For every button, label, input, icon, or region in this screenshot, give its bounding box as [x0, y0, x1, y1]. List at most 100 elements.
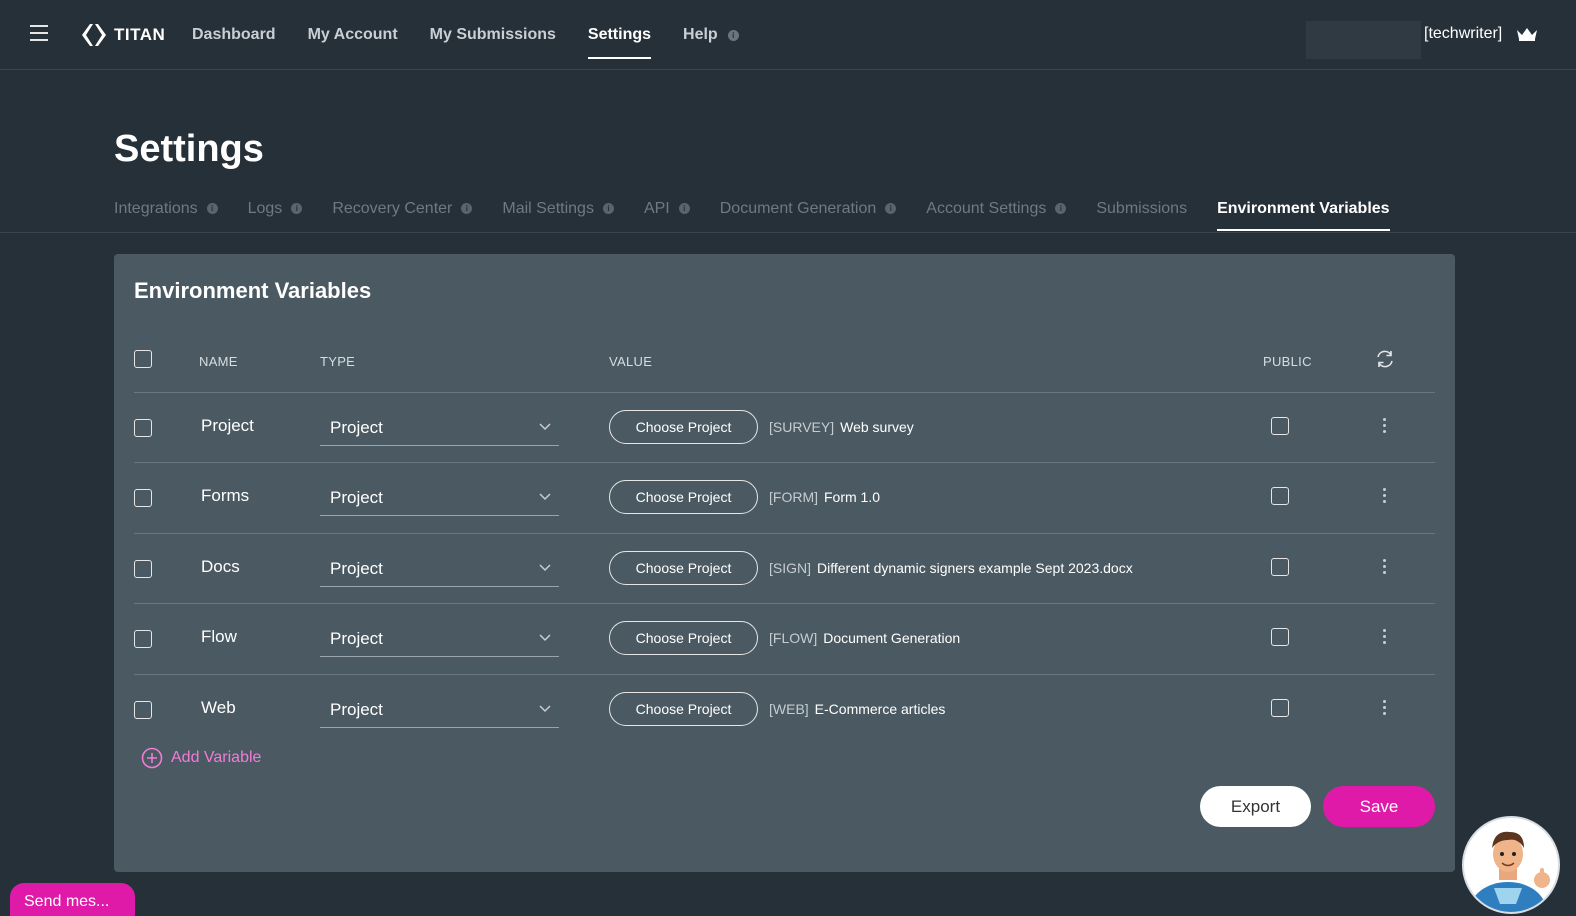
value-prefix: [SURVEY] [769, 419, 835, 435]
more-options-icon[interactable] [1378, 629, 1390, 649]
nav-dashboard[interactable]: Dashboard [192, 0, 276, 70]
nav-label: My Submissions [429, 26, 556, 43]
public-checkbox[interactable] [1271, 699, 1289, 717]
nav-help[interactable]: Help i [683, 0, 739, 70]
tab-account-settings[interactable]: Account Settings i [926, 196, 1067, 233]
nav-my-submissions[interactable]: My Submissions [430, 0, 556, 70]
choose-project-button[interactable]: Choose Project [609, 480, 758, 514]
username[interactable]: [techwriter] [1424, 25, 1502, 43]
value-text: Web survey [840, 419, 914, 435]
table-row: Flow Project Choose Project [FLOW] Docume… [114, 603, 1455, 673]
public-checkbox[interactable] [1271, 628, 1289, 646]
add-variable-label: Add Variable [171, 749, 262, 766]
logo[interactable]: TITAN [80, 21, 165, 49]
assistant-avatar[interactable] [1462, 816, 1560, 914]
chevron-down-icon [539, 705, 551, 713]
value-prefix: [FORM] [769, 489, 818, 505]
environment-variables-card: Environment Variables NAME TYPE VALUE PU… [114, 254, 1455, 872]
value-text: Form 1.0 [824, 489, 881, 505]
value-prefix: [SIGN] [769, 560, 812, 576]
assistant-mascot-icon [1470, 831, 1550, 912]
column-header-type: TYPE [320, 354, 356, 369]
select-all-checkbox[interactable] [134, 350, 152, 368]
more-options-icon[interactable] [1378, 700, 1390, 720]
tab-mail-settings[interactable]: Mail Settings i [502, 196, 614, 233]
type-select-value: Project [330, 418, 383, 437]
variable-name: Forms [201, 486, 250, 505]
row-checkbox[interactable] [134, 419, 152, 437]
type-select-value: Project [330, 700, 383, 719]
table-row: Forms Project Choose Project [FORM] Form … [114, 462, 1455, 532]
type-select-value: Project [330, 559, 383, 578]
tab-logs[interactable]: Logs i [248, 196, 303, 233]
choose-project-button[interactable]: Choose Project [609, 410, 758, 444]
type-select-value: Project [330, 629, 383, 648]
row-checkbox[interactable] [134, 560, 152, 578]
user-avatar-placeholder[interactable] [1306, 21, 1421, 59]
add-variable-button[interactable]: Add Variable [141, 747, 261, 769]
tab-label: Logs [247, 200, 283, 217]
variable-name: Web [201, 698, 236, 717]
row-checkbox[interactable] [134, 701, 152, 719]
tab-label: Submissions [1096, 200, 1188, 217]
type-select[interactable]: Project [320, 480, 559, 516]
choose-project-button[interactable]: Choose Project [609, 551, 758, 585]
row-checkbox[interactable] [134, 630, 152, 648]
public-checkbox[interactable] [1271, 487, 1289, 505]
tab-label: Account Settings [926, 200, 1047, 217]
refresh-icon[interactable] [1374, 348, 1396, 370]
save-button[interactable]: Save [1323, 786, 1435, 827]
menu-icon[interactable] [30, 25, 48, 41]
nav-my-account[interactable]: My Account [308, 0, 398, 70]
type-select[interactable]: Project [320, 621, 559, 657]
value-prefix: [FLOW] [769, 630, 818, 646]
info-icon: i [1055, 203, 1067, 214]
chevron-down-icon [539, 423, 551, 431]
column-header-public: PUBLIC [1263, 354, 1312, 369]
send-message-button[interactable]: Send mes... [10, 883, 135, 916]
more-options-icon[interactable] [1378, 559, 1390, 579]
tab-integrations[interactable]: Integrations i [114, 196, 218, 233]
chevron-down-icon [539, 493, 551, 501]
type-select[interactable]: Project [320, 551, 559, 587]
type-select[interactable]: Project [320, 410, 559, 446]
value-display: [WEB] E-Commerce articles [769, 701, 945, 717]
value-display: [SURVEY] Web survey [769, 419, 914, 435]
row-checkbox[interactable] [134, 489, 152, 507]
value-display: [FLOW] Document Generation [769, 630, 960, 646]
choose-project-button[interactable]: Choose Project [609, 692, 758, 726]
tab-label: API [643, 200, 670, 217]
more-options-icon[interactable] [1378, 418, 1390, 438]
more-options-icon[interactable] [1378, 488, 1390, 508]
export-button[interactable]: Export [1200, 786, 1311, 827]
tab-environment-variables[interactable]: Environment Variables [1217, 196, 1390, 233]
logo-text: TITAN [114, 25, 166, 44]
plus-circle-icon [141, 747, 163, 769]
card-title: Environment Variables [134, 278, 372, 303]
variable-name: Docs [201, 557, 240, 576]
info-icon: i [206, 203, 218, 214]
tab-api[interactable]: API i [644, 196, 690, 233]
type-select[interactable]: Project [320, 692, 559, 728]
info-icon: i [602, 203, 614, 214]
chevron-down-icon [539, 634, 551, 642]
value-prefix: [WEB] [769, 701, 809, 717]
nav-label: Settings [587, 26, 652, 43]
tab-label: Mail Settings [502, 200, 594, 217]
tab-submissions[interactable]: Submissions [1096, 196, 1187, 233]
choose-project-button[interactable]: Choose Project [609, 621, 758, 655]
tab-recovery-center[interactable]: Recovery Center i [332, 196, 473, 233]
info-icon: i [885, 203, 897, 214]
settings-tabs: Integrations i Logs i Recovery Center i Mai… [114, 196, 1420, 233]
top-bar: TITAN Dashboard My Account My Submission… [0, 0, 1576, 70]
nav-label: Dashboard [192, 26, 276, 43]
tab-document-generation[interactable]: Document Generation i [720, 196, 897, 233]
variable-name: Flow [201, 627, 237, 646]
nav-label: My Account [307, 26, 398, 43]
nav-settings[interactable]: Settings [587, 0, 652, 70]
table-row: Web Project Choose Project [WEB] E-Commer… [114, 674, 1455, 744]
column-header-value: VALUE [609, 354, 653, 369]
public-checkbox[interactable] [1271, 417, 1289, 435]
table-row: Docs Project Choose Project [SIGN] Differ… [114, 533, 1455, 603]
public-checkbox[interactable] [1271, 558, 1289, 576]
